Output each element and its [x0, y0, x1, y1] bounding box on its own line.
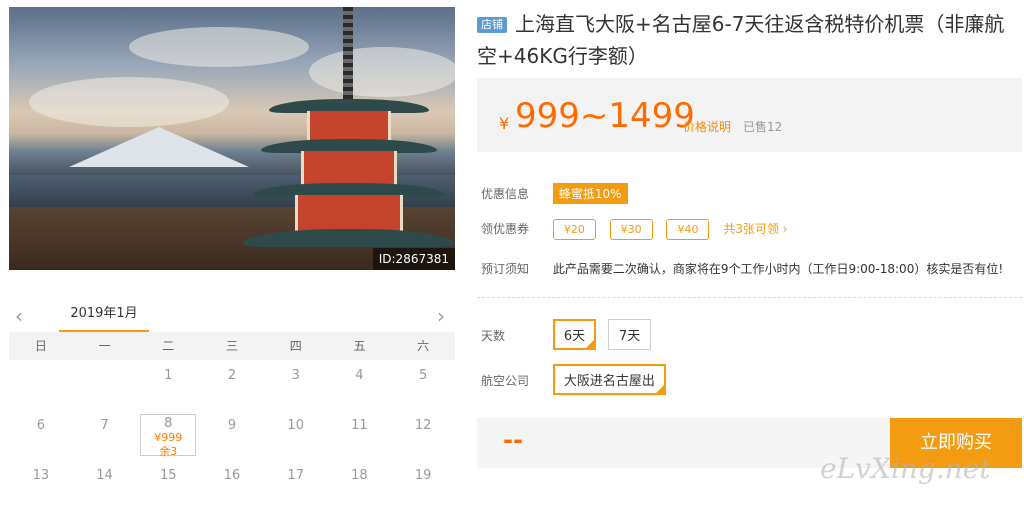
calendar-day: 6: [36, 418, 45, 433]
calendar-day: 2: [227, 368, 237, 383]
day-price: ¥999: [154, 431, 183, 444]
weekday: 二: [162, 339, 175, 353]
claim-coupons-link[interactable]: 共3张可领 ›: [723, 222, 787, 236]
coupon-20[interactable]: ¥20: [552, 219, 596, 240]
mountain: [69, 127, 249, 167]
calendar-day: 1: [164, 368, 173, 383]
coupon-30[interactable]: ¥30: [609, 219, 653, 240]
calendar-day: 16: [223, 468, 241, 483]
coupon-label: 领优惠券: [481, 222, 530, 236]
airline-row: 航空公司 大阪进名古屋出: [481, 364, 674, 395]
sold-count: 已售12: [743, 120, 783, 134]
calendar-day: 14: [96, 468, 113, 483]
cloud: [29, 77, 229, 127]
days-option-6[interactable]: 6天: [552, 319, 597, 350]
notice-label: 预订须知: [481, 262, 530, 276]
airline-label: 航空公司: [481, 374, 530, 388]
total-price: --: [503, 426, 523, 454]
next-month-arrow[interactable]: ›: [437, 304, 445, 328]
calendar-month-tab[interactable]: 2019年1月: [59, 300, 149, 332]
calendar-day: 17: [287, 468, 304, 483]
calendar-day: 4: [355, 368, 364, 383]
airline-option[interactable]: 大阪进名古屋出: [552, 364, 666, 395]
product-title-text: 上海直飞大阪+名古屋6-7天往返含税特价机票（非廉航空+46KG行李额）: [477, 12, 1005, 68]
calendar-day: 11: [351, 418, 368, 433]
price-panel: ¥ 999~1499 价格说明 已售12: [477, 78, 1022, 152]
days-label: 天数: [481, 329, 506, 343]
price-range: 999~1499: [515, 96, 695, 136]
weekday: 五: [353, 339, 366, 353]
weekday-header: 日 一 二 三 四 五 六: [9, 332, 455, 360]
shop-badge: 店铺: [477, 17, 507, 33]
date-calendar: ‹ 2019年1月 › 日 一 二 三 四 五 六 1 2 3 4 5 6 7 …: [9, 300, 455, 505]
calendar-day-selected[interactable]: 8 ¥999 余3: [140, 414, 197, 458]
coupon-40[interactable]: ¥40: [666, 219, 710, 240]
notice-row: 预订须知 此产品需要二次确认，商家将在9个工作小时内（工作日9:00-18:00…: [481, 260, 1003, 277]
promo-label: 优惠信息: [481, 187, 530, 201]
notice-text: 此产品需要二次确认，商家将在9个工作小时内（工作日9:00-18:00）核实是否…: [552, 262, 1004, 276]
weekday: 三: [226, 339, 239, 353]
watermark: eLvXing.net: [820, 452, 991, 485]
coupon-row: 领优惠券 ¥20 ¥30 ¥40 共3张可领 ›: [481, 219, 788, 240]
calendar-day: [9, 360, 73, 410]
days-option-7[interactable]: 7天: [607, 319, 652, 350]
prev-month-arrow[interactable]: ‹: [15, 304, 23, 328]
calendar-day: 5: [419, 368, 428, 383]
promo-row: 优惠信息 蜂蜜抵10%: [481, 183, 628, 204]
weekday: 一: [98, 339, 111, 353]
pagoda: [239, 7, 455, 270]
weekday: 四: [289, 339, 302, 353]
calendar-day: 10: [287, 418, 304, 433]
day-stock: 余3: [159, 445, 178, 458]
currency-symbol: ¥: [499, 114, 510, 133]
weekday: 日: [34, 339, 47, 353]
calendar-day: 7: [100, 418, 109, 433]
calendar-day: 13: [32, 468, 50, 483]
calendar-day: [73, 360, 137, 410]
weekday: 六: [417, 339, 430, 353]
calendar-day: 12: [414, 418, 432, 433]
calendar-day: 15: [160, 468, 177, 483]
calendar-grid: 1 2 3 4 5 6 7 8 ¥999 余3 9 10 11 12 13 14…: [9, 360, 455, 505]
price-note-link[interactable]: 价格说明: [683, 118, 731, 135]
calendar-day: 18: [351, 468, 368, 483]
calendar-day: 3: [291, 368, 300, 383]
day-number: 8: [164, 416, 173, 431]
divider: [477, 297, 1022, 298]
product-photo: ID:2867381: [9, 7, 455, 270]
days-row: 天数 6天 7天: [481, 319, 659, 350]
calendar-day: 9: [227, 418, 237, 433]
promo-tag: 蜂蜜抵10%: [552, 183, 628, 204]
calendar-day: 19: [414, 468, 432, 483]
image-id-label: ID:2867381: [372, 248, 455, 270]
product-title: 店铺 上海直飞大阪+名古屋6-7天往返含税特价机票（非廉航空+46KG行李额）: [477, 8, 1017, 72]
